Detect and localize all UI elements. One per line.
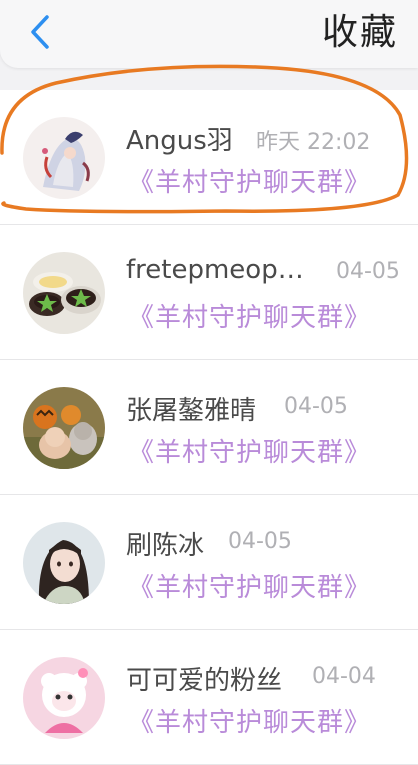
group-name: 《羊村守护聊天群》	[128, 573, 372, 603]
list-item[interactable]: 张屠鏊雅晴 04-05 《羊村守护聊天群》	[0, 360, 418, 495]
list-item[interactable]: 刷陈冰 04-05 《羊村守护聊天群》	[0, 495, 418, 630]
group-name: 《羊村守护聊天群》	[128, 303, 372, 333]
back-button[interactable]	[22, 12, 58, 52]
item-date: 04-05	[228, 529, 292, 554]
list-item[interactable]: 可可爱的粉丝 04-04 《羊村守护聊天群》	[0, 630, 418, 765]
favorites-list: Angus羽 昨天 22:02 《羊村守护聊天群》 fretepmeop… 04…	[0, 90, 418, 765]
page-title: 收藏	[321, 12, 398, 53]
item-date: 昨天 22:02	[256, 130, 371, 155]
avatar[interactable]	[23, 252, 105, 334]
sender-name: Angus羽	[126, 126, 233, 156]
avatar[interactable]	[23, 117, 105, 199]
group-name: 《羊村守护聊天群》	[128, 708, 372, 738]
avatar[interactable]	[23, 387, 105, 469]
chevron-left-icon	[31, 15, 49, 49]
sender-name: 可可爱的粉丝	[126, 666, 283, 696]
sender-name: fretepmeop…	[126, 255, 304, 285]
avatar[interactable]	[23, 522, 105, 604]
list-item[interactable]: Angus羽 昨天 22:02 《羊村守护聊天群》	[0, 90, 418, 225]
sender-name: 张屠鏊雅晴	[126, 396, 257, 426]
group-name: 《羊村守护聊天群》	[128, 438, 372, 468]
item-date: 04-04	[312, 664, 376, 689]
avatar[interactable]	[23, 657, 105, 739]
top-bar: 收藏	[0, 0, 418, 68]
group-name: 《羊村守护聊天群》	[128, 168, 372, 198]
item-date: 04-05	[284, 394, 348, 419]
sender-name: 刷陈冰	[126, 531, 205, 561]
item-date: 04-05	[336, 259, 400, 284]
list-item[interactable]: fretepmeop… 04-05 《羊村守护聊天群》	[0, 225, 418, 360]
